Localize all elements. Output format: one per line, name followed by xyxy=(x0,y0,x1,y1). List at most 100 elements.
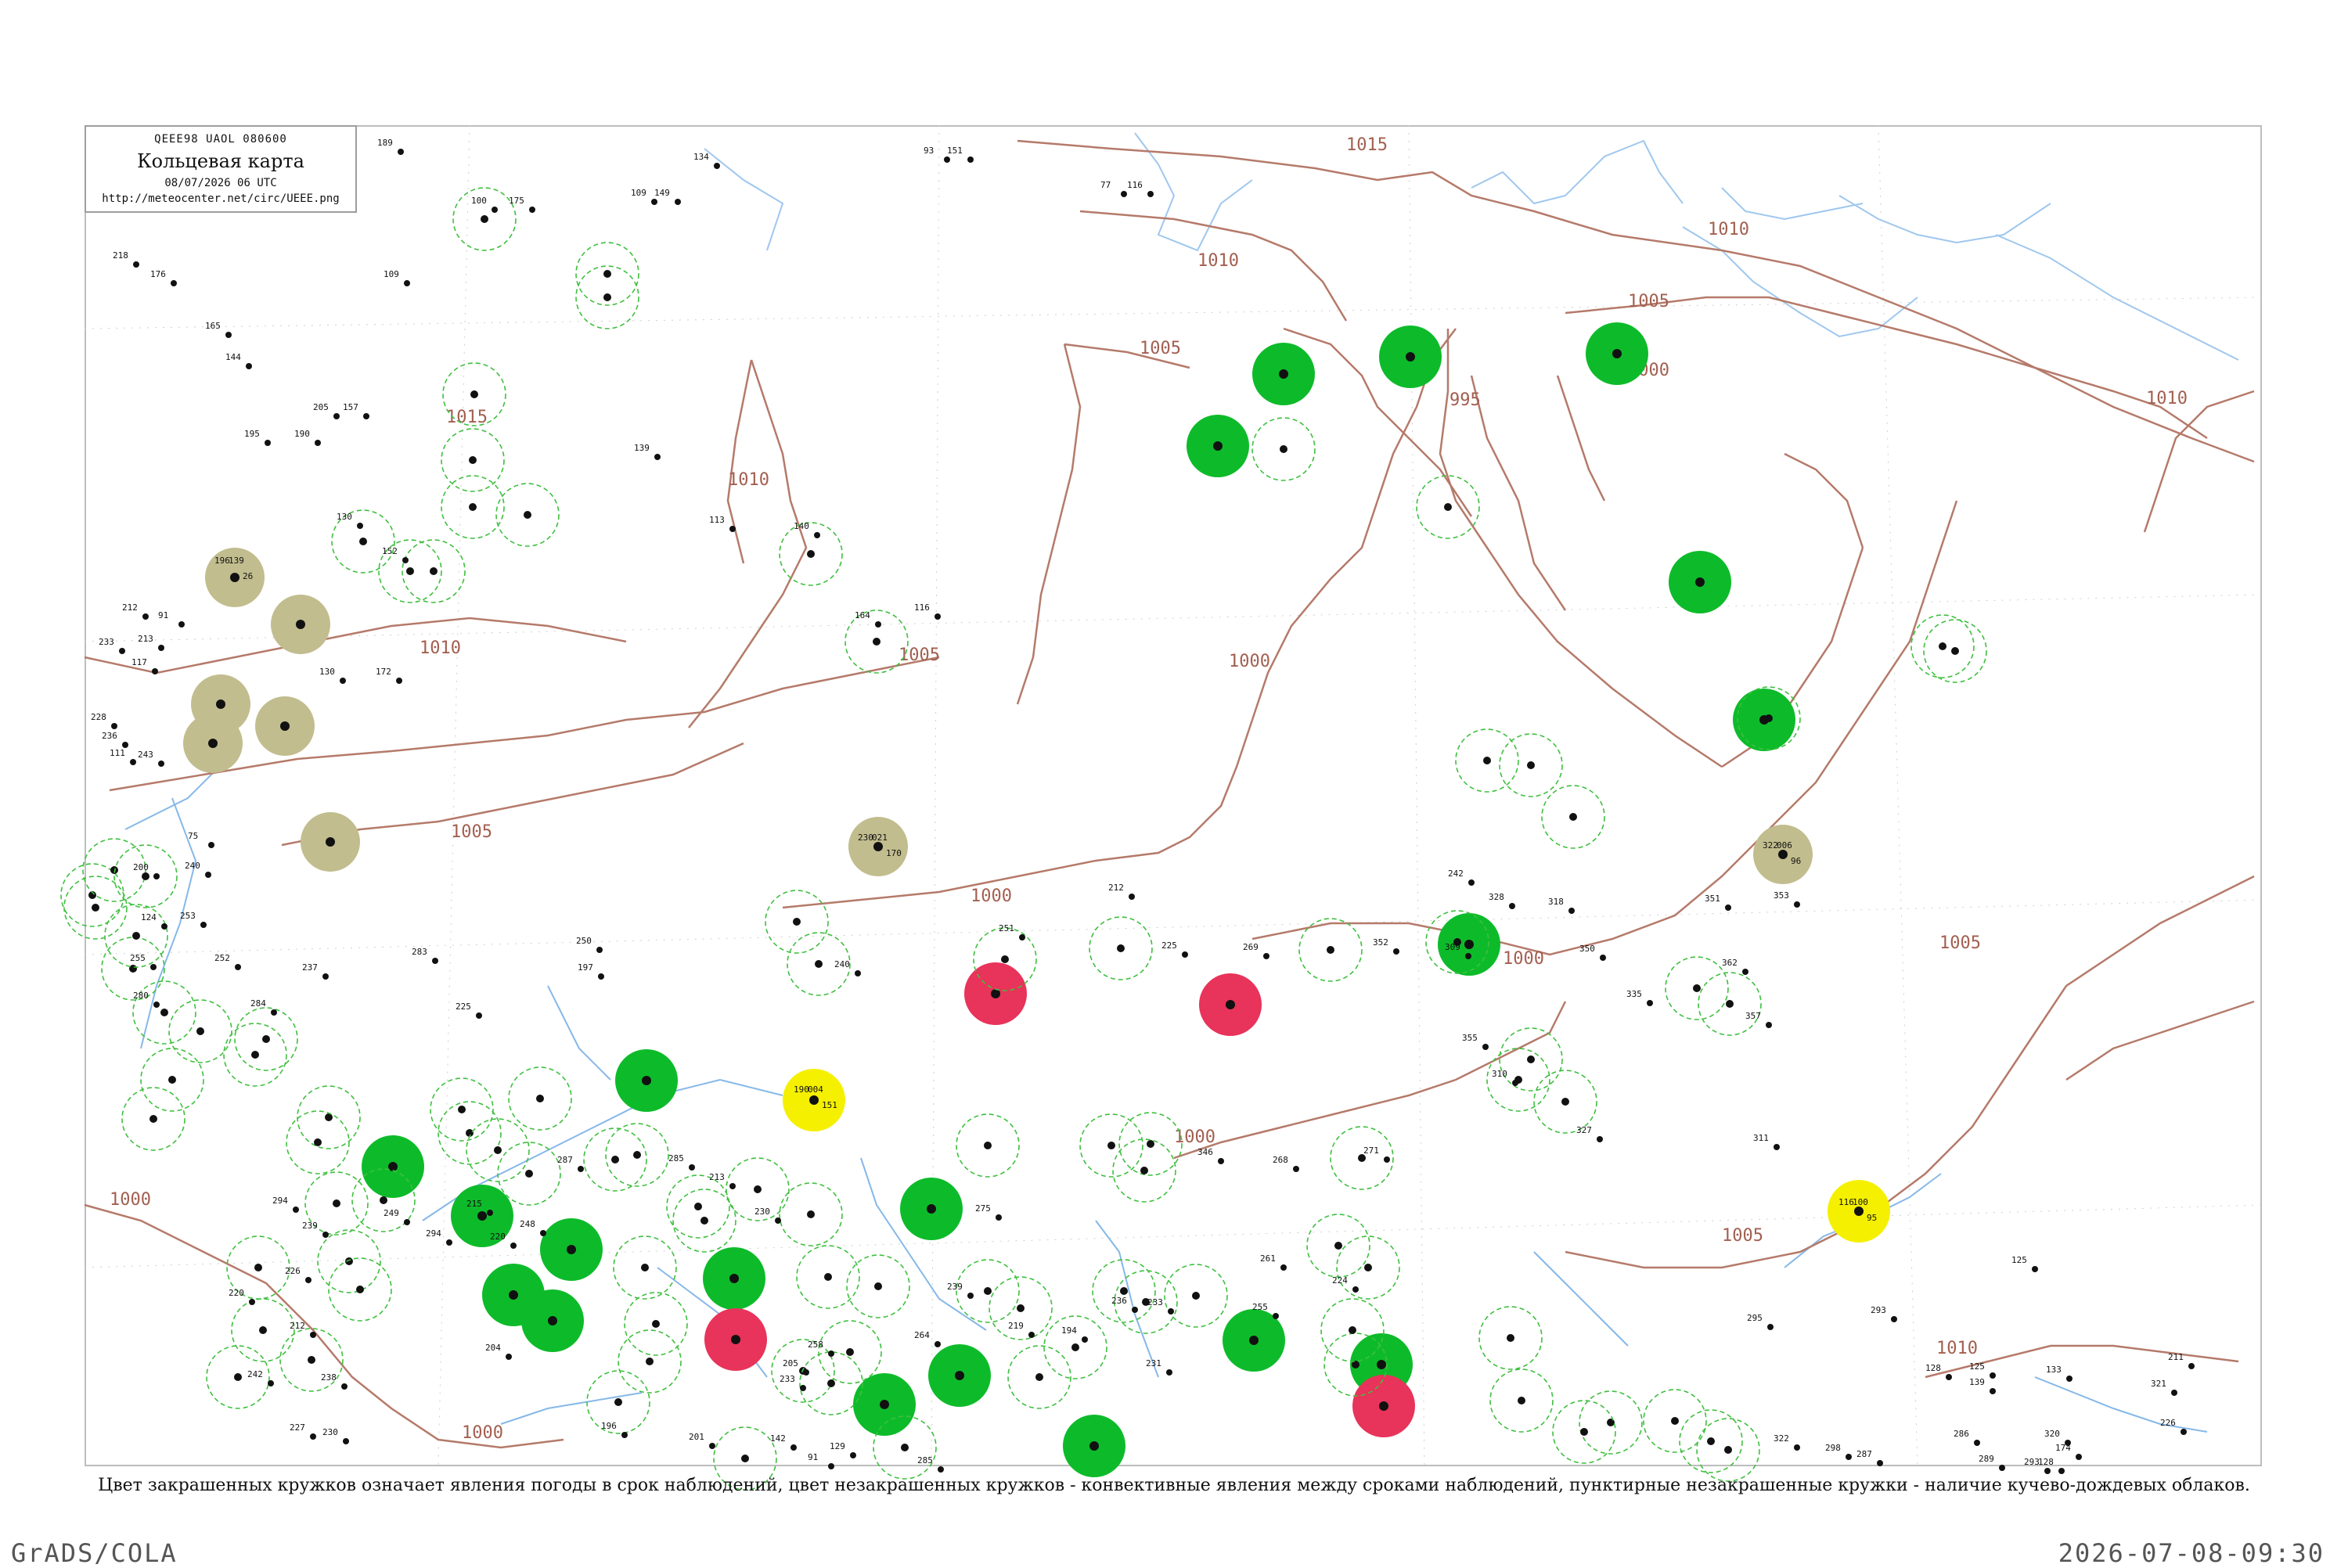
station-temp-label: 213 xyxy=(138,634,153,644)
station-temp-label: 109 xyxy=(384,269,399,279)
station-dot xyxy=(855,970,861,976)
software-label: GrADS/COLA xyxy=(11,1538,178,1568)
station-temp-label: 195 xyxy=(244,429,260,439)
station-dot xyxy=(1089,1441,1099,1451)
station-temp-label: 310 xyxy=(1492,1069,1507,1079)
station-temp-label: 271 xyxy=(1363,1145,1379,1156)
map-canvas[interactable]: 1015 1010 1010 1010 1015 1010 1010 1005 … xyxy=(0,0,2348,1565)
station-dot xyxy=(984,1142,992,1149)
station-temp-label: 211 xyxy=(2168,1352,2184,1362)
station-temp-label: 174 xyxy=(2055,1443,2071,1453)
svg-text:1000: 1000 xyxy=(110,1190,151,1210)
station-temp-label: 346 xyxy=(1197,1147,1213,1157)
station-temp-label: 328 xyxy=(1489,892,1504,902)
station-dot xyxy=(271,1009,277,1016)
station-dot xyxy=(235,964,241,970)
station-dot xyxy=(111,723,117,729)
station-dot xyxy=(1561,1098,1569,1106)
station-temp-label: 149 xyxy=(654,188,670,198)
station-temp-label: 248 xyxy=(520,1219,535,1229)
station-temp-label: 293 xyxy=(2024,1457,2040,1467)
station-dot xyxy=(714,163,720,169)
station-temp-label: 285 xyxy=(917,1455,933,1466)
station-temp-label: 140 xyxy=(794,521,809,531)
graticule xyxy=(84,124,2263,1467)
station-temp-label: 116 xyxy=(1127,180,1143,190)
station-dot xyxy=(402,557,409,563)
station-dot xyxy=(153,1002,160,1008)
station-dot xyxy=(967,156,974,163)
station-dot xyxy=(2032,1266,2038,1272)
station-temp-label: 243 xyxy=(138,750,153,760)
svg-text:1000: 1000 xyxy=(971,886,1012,906)
station-dot xyxy=(529,207,535,213)
station-dot xyxy=(1999,1465,2005,1471)
station-dot xyxy=(1213,441,1223,451)
station-dot xyxy=(1082,1336,1088,1343)
station-dot xyxy=(1778,850,1788,859)
station-temp-label: 176 xyxy=(150,269,166,279)
station-temp-label: 251 xyxy=(999,923,1014,933)
station-temp-label: 255 xyxy=(130,953,146,963)
station-temp-label: 295 xyxy=(1747,1313,1763,1323)
station-dot xyxy=(646,1358,654,1365)
station-temp-label: 261 xyxy=(1260,1253,1276,1264)
station-dot xyxy=(122,742,128,748)
station-dot xyxy=(548,1316,557,1325)
station-temp-label: 212 xyxy=(122,602,138,613)
station-dot xyxy=(598,973,604,980)
station-dot xyxy=(1035,1373,1043,1381)
station-dot xyxy=(955,1371,964,1380)
station-dot xyxy=(901,1444,909,1451)
station-dot xyxy=(225,332,232,338)
station-dot xyxy=(1597,1136,1603,1142)
station-dot xyxy=(938,1466,944,1473)
station-dot xyxy=(814,532,820,538)
station-dot xyxy=(280,721,290,731)
station-dot xyxy=(741,1455,749,1462)
station-dot xyxy=(652,1320,660,1328)
station-temp-label: 230 xyxy=(754,1207,770,1217)
station-dot xyxy=(293,1207,299,1213)
station-dot xyxy=(476,1012,482,1019)
station-dot xyxy=(142,872,149,880)
map-url[interactable]: http://meteocenter.net/circ/UEEE.png xyxy=(86,192,355,205)
station-dot xyxy=(343,1438,349,1444)
station-dot xyxy=(356,1286,364,1293)
station-temp-label: 238 xyxy=(321,1372,337,1383)
station-temp-label: 196 xyxy=(601,1421,617,1431)
station-dot xyxy=(578,1166,584,1172)
station-dot xyxy=(268,1380,274,1386)
station-dot xyxy=(1121,191,1127,197)
station-temp-label: 197 xyxy=(578,962,593,973)
station-temp-label: 91 xyxy=(808,1452,818,1462)
station-dot xyxy=(249,1299,255,1305)
station-temp-label: 124 xyxy=(141,912,157,922)
station-temp-label: 218 xyxy=(113,250,128,261)
station-dot xyxy=(1707,1437,1715,1445)
station-temp-label: 287 xyxy=(557,1155,573,1165)
station-temp-label: 75 xyxy=(188,831,198,841)
station-dot xyxy=(1107,1142,1115,1149)
station-dot xyxy=(1019,934,1025,940)
station-dot xyxy=(430,567,438,575)
station-dot xyxy=(132,932,140,940)
station-dot xyxy=(509,1290,518,1300)
station-dot xyxy=(1742,969,1748,975)
station-dot xyxy=(754,1185,762,1193)
station-dot xyxy=(815,960,823,968)
station-dot xyxy=(2044,1468,2051,1474)
station-dot xyxy=(1327,946,1334,954)
station-value-d: 96 xyxy=(1791,856,1801,866)
station-temp-label: 233 xyxy=(780,1374,795,1384)
station-dot xyxy=(1377,1360,1386,1369)
station-dot xyxy=(149,1115,157,1123)
station-dot xyxy=(935,1341,941,1347)
station-dot xyxy=(807,550,815,558)
station-dot xyxy=(1846,1454,1852,1460)
station-dot xyxy=(525,1170,533,1178)
station-dot xyxy=(1725,904,1731,911)
station-dot xyxy=(322,1232,329,1238)
station-dot xyxy=(432,958,438,964)
station-temp-label: 350 xyxy=(1579,944,1595,954)
